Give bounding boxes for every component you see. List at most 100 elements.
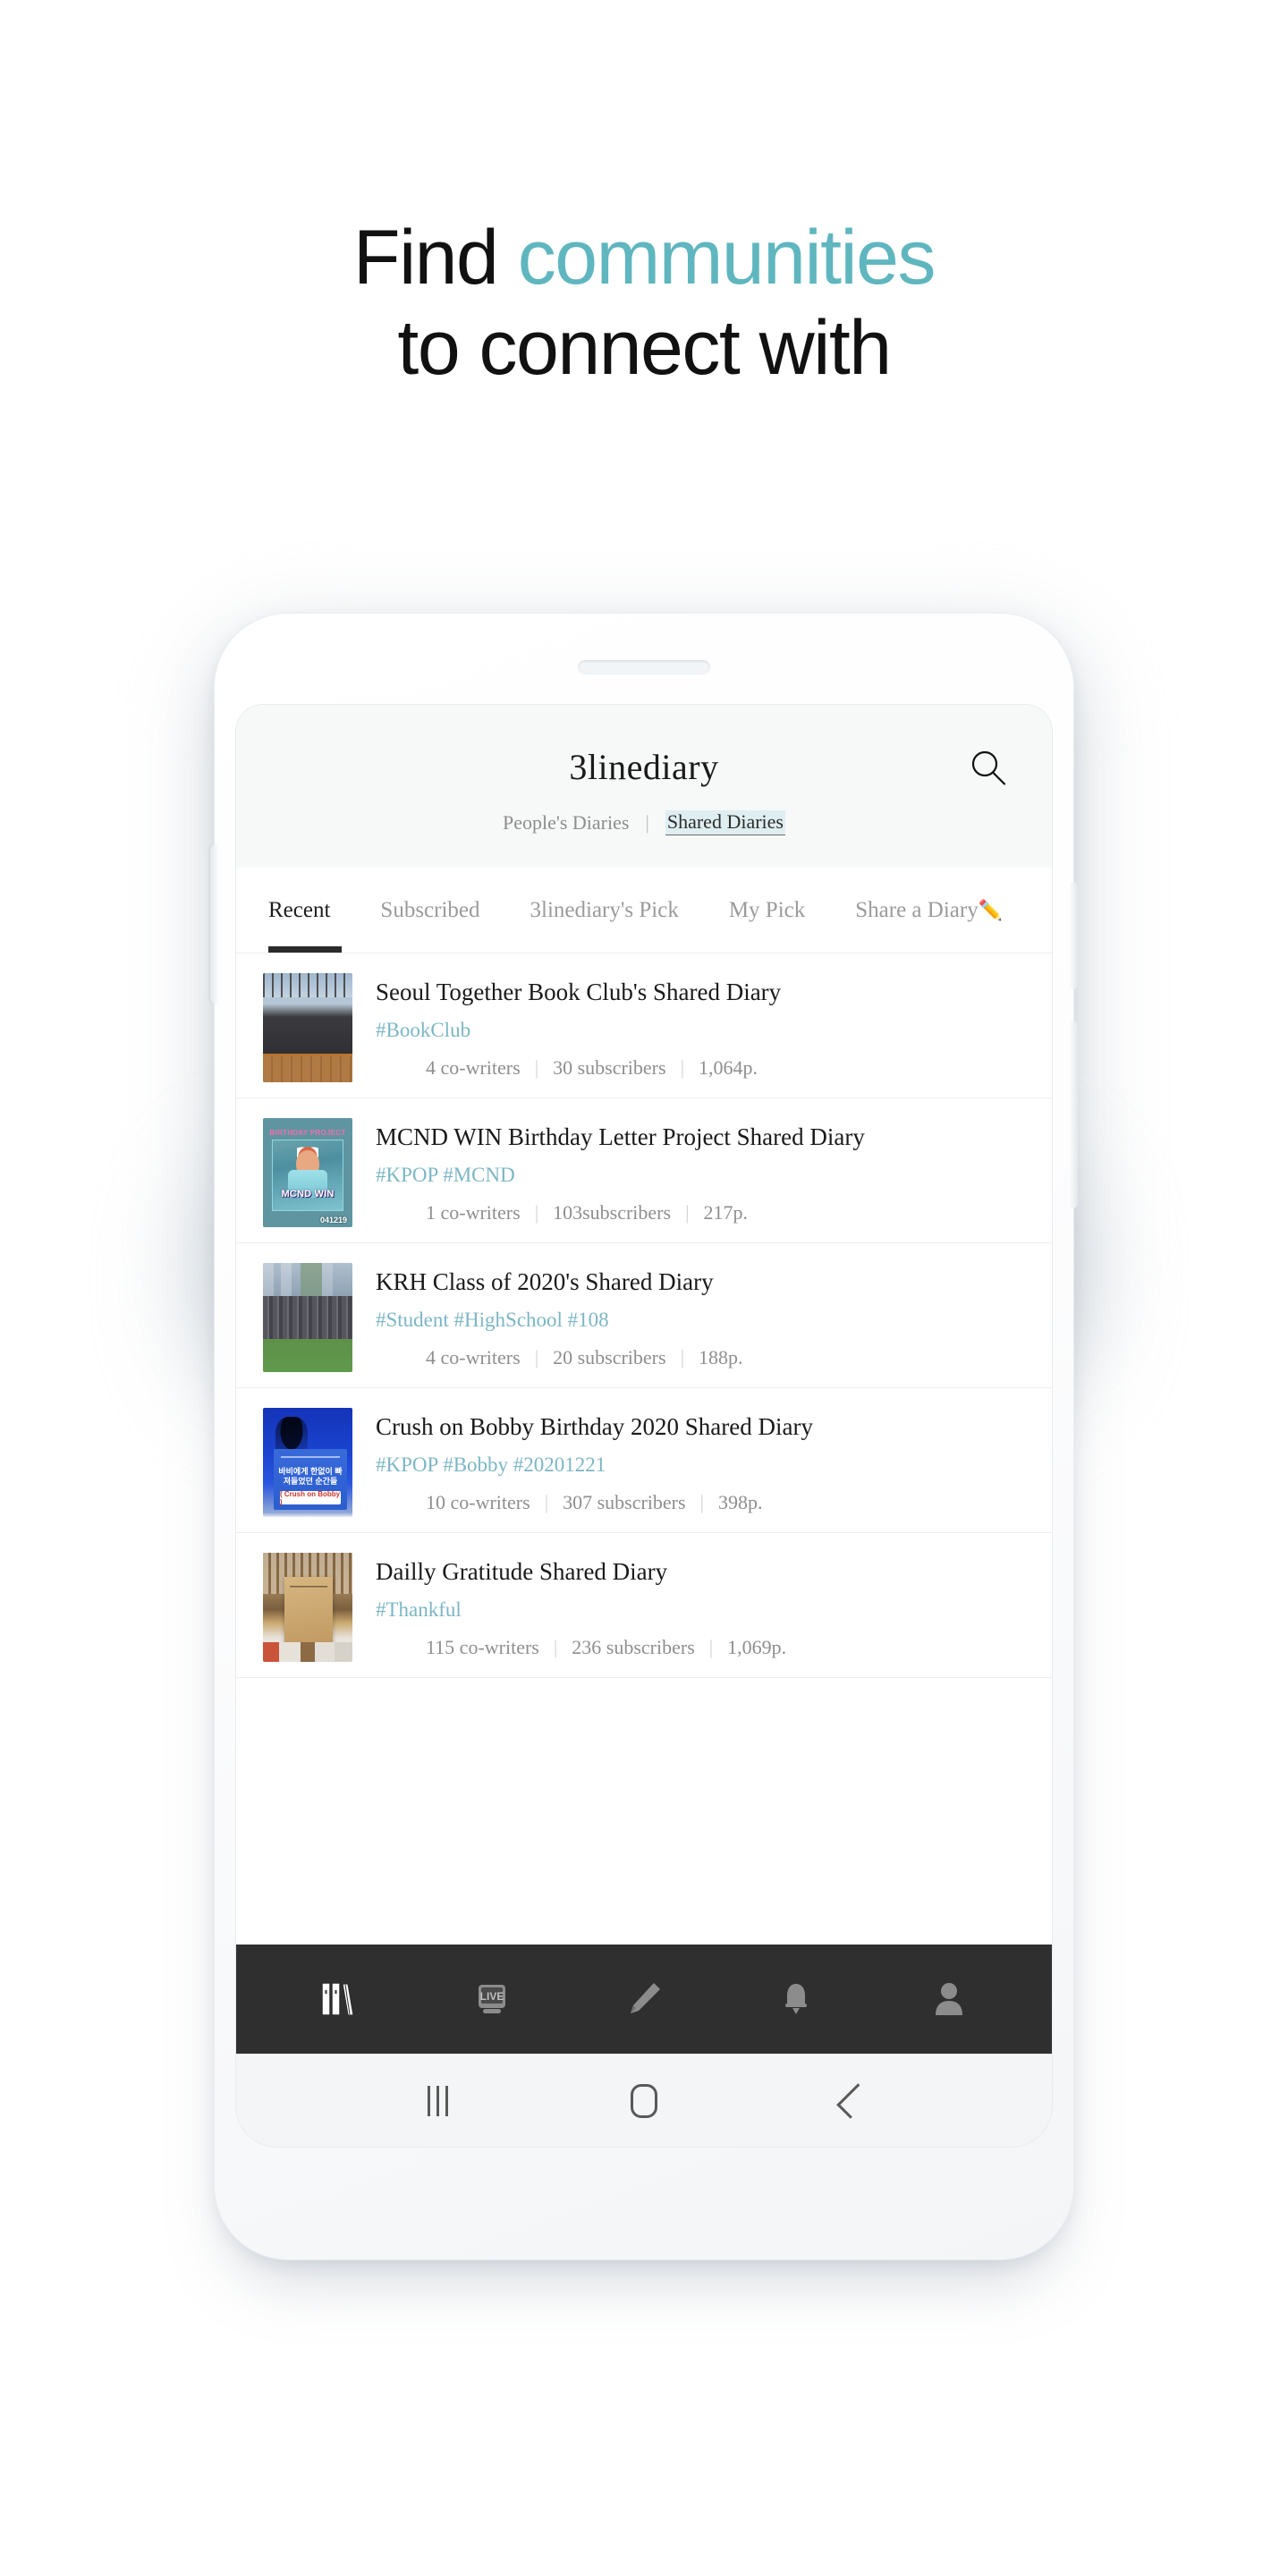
tab-share-a-diary-label: Share a Diary [855,897,979,922]
earpiece-speaker [578,660,710,674]
bottom-navigation-bar: LIVE [236,1945,1052,2054]
meta-separator: | [699,1491,704,1513]
meta-separator: | [534,1201,539,1224]
diary-title: MCND WIN Birthday Letter Project Shared … [376,1123,865,1150]
meta-separator: | [553,1636,558,1658]
diary-title: Seoul Together Book Club's Shared Diary [376,979,782,1005]
diary-thumbnail [263,1553,352,1662]
sub-tab-row: People's Diaries | Shared Diaries [236,810,1052,835]
subscribers-count: 236 subscribers [572,1636,695,1658]
back-chevron-icon [835,2082,872,2119]
diary-tags[interactable]: #KPOP #MCND [376,1164,1025,1187]
diary-thumbnail [263,973,352,1082]
diary-meta: 1 co-writers | 103subscribers | 217p. [376,1201,1025,1224]
bixby-button[interactable] [1070,882,1078,989]
app-title: 3linediary [569,747,719,787]
tab-share-a-diary[interactable]: Share a Diary✏️ [855,898,1003,923]
back-button[interactable] [810,2074,891,2128]
home-icon [630,2083,657,2118]
diary-title: Crush on Bobby Birthday 2020 Shared Diar… [376,1413,813,1440]
subscribers-count: 20 subscribers [553,1346,666,1368]
person-icon [928,1979,970,2019]
diary-thumbnail: 바비에게 한없이 빠져들었던 순간들 ( Crush on Bobby ) [263,1408,352,1517]
thumbnail-korean-text: 바비에게 한없이 빠져들었던 순간들 [278,1466,343,1486]
tab-subscribed[interactable]: Subscribed [380,898,479,923]
diary-tags[interactable]: #KPOP #Bobby #20201221 [376,1453,1025,1477]
tab-row: Recent Subscribed 3linediary's Pick My P… [236,868,1052,953]
diary-tags[interactable]: #BookClub [376,1019,1025,1042]
diary-tags[interactable]: #Thankful [376,1598,1025,1622]
list-item[interactable]: BIRTHDAY PROJECT MCND WIN 041219 MCND WI… [236,1098,1052,1243]
subscribers-count: 307 subscribers [563,1491,686,1513]
tab-3linediarys-pick[interactable]: 3linediary's Pick [530,898,679,923]
live-icon: LIVE [471,1979,513,2019]
page-title: Find communities to connect with [0,213,1288,393]
pages-count: 398p. [717,1491,763,1513]
thumbnail-pill-text: ( Crush on Bobby ) [280,1489,341,1506]
paper-bag-object [284,1576,333,1645]
nav-live-button[interactable]: LIVE [460,1970,524,2029]
phone-screen: 3linediary People's Diaries | Shared Dia… [236,705,1052,2147]
subscribers-count: 103subscribers [553,1201,672,1224]
bell-icon [775,1979,817,2019]
nav-notifications-button[interactable] [764,1970,828,2029]
subscribers-count: 30 subscribers [553,1056,666,1079]
recents-button[interactable] [397,2074,478,2128]
cowriters-count: 10 co-writers [426,1491,530,1513]
tab-recent[interactable]: Recent [268,898,330,923]
tab-my-pick[interactable]: My Pick [729,898,805,923]
sub-tab-divider: | [645,811,649,834]
cowriters-count: 1 co-writers [426,1201,521,1224]
pages-count: 188p. [698,1346,743,1368]
list-item[interactable]: Dailly Gratitude Shared Diary #Thankful … [236,1533,1052,1678]
phone-mockup: 3linediary People's Diaries | Shared Dia… [210,614,1078,2259]
diary-tags[interactable]: #Student #HighSchool #108 [376,1309,1025,1332]
cowriters-count: 4 co-writers [426,1346,521,1368]
diary-meta: 10 co-writers | 307 subscribers | 398p. [376,1491,1025,1514]
thumbnail-header-text: BIRTHDAY PROJECT [269,1129,346,1137]
system-navigation-bar [236,2054,1052,2147]
pages-count: 1,069p. [727,1636,787,1658]
list-item[interactable]: Seoul Together Book Club's Shared Diary … [236,953,1052,1098]
list-item[interactable]: KRH Class of 2020's Shared Diary #Studen… [236,1243,1052,1388]
thumbnail-date-text: 041219 [319,1216,347,1224]
diary-title: KRH Class of 2020's Shared Diary [376,1268,714,1295]
meta-separator: | [544,1491,549,1513]
search-icon[interactable] [966,746,1011,791]
home-button[interactable] [604,2074,684,2128]
sub-tab-shared-diaries[interactable]: Shared Diaries [665,810,785,835]
diary-thumbnail: BIRTHDAY PROJECT MCND WIN 041219 [263,1118,352,1227]
diary-meta: 115 co-writers | 236 subscribers | 1,069… [376,1636,1025,1659]
meta-separator: | [708,1636,714,1658]
pencil-icon: ✏️ [978,898,1004,921]
promo-screenshot: Find communities to connect with 3linedi… [0,0,1288,2576]
cowriters-count: 4 co-writers [426,1056,521,1079]
diary-title: Dailly Gratitude Shared Diary [376,1558,668,1585]
diary-list: Seoul Together Book Club's Shared Diary … [236,953,1052,1945]
diary-thumbnail [263,1263,352,1372]
volume-button[interactable] [210,844,218,1004]
list-item[interactable]: 바비에게 한없이 빠져들었던 순간들 ( Crush on Bobby ) Cr… [236,1388,1052,1533]
meta-separator: | [534,1056,539,1079]
nav-write-button[interactable] [612,1970,676,2029]
meta-separator: | [680,1056,684,1079]
cowriters-count: 115 co-writers [426,1636,539,1658]
power-button[interactable] [1070,1021,1078,1208]
nav-profile-button[interactable] [917,1970,981,2029]
nav-books-button[interactable] [307,1970,371,2029]
app-header: 3linediary People's Diaries | Shared Dia… [236,705,1052,868]
meta-separator: | [534,1346,539,1368]
headline-line1-prefix: Find [353,215,518,301]
pages-count: 217p. [703,1201,748,1224]
recents-icon [427,2085,448,2116]
svg-text:LIVE: LIVE [479,1990,504,2003]
pages-count: 1,064p. [698,1056,758,1079]
books-icon [318,1979,360,2019]
headline-line2: to connect with [397,304,892,391]
meta-separator: | [685,1201,690,1224]
sub-tab-peoples-diaries[interactable]: People's Diaries [503,811,629,835]
books-shelf-row [263,1642,352,1662]
active-tab-indicator [268,946,342,953]
headline-accent-word: communities [517,215,936,301]
meta-separator: | [680,1346,684,1368]
